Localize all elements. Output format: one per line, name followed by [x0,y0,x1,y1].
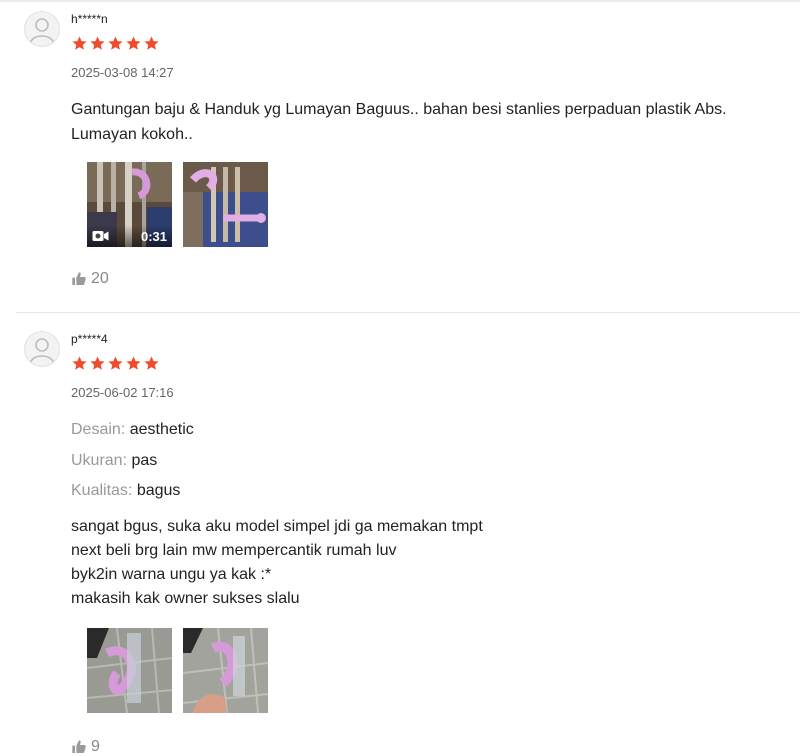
review-divider [16,312,800,313]
video-badge: 0:31 [87,225,172,247]
star-icon [90,356,105,370]
user-avatar-icon[interactable] [24,331,60,367]
like-count: 9 [91,738,100,755]
video-camera-icon [92,231,109,241]
video-duration: 0:31 [140,228,167,244]
username: h*****n [71,12,108,26]
thumbs-up-icon [72,272,86,285]
star-rating [71,35,160,52]
username: p*****4 [71,332,108,346]
review-photo-thumbnail[interactable] [87,628,172,713]
attribute-size: Ukuran: pas [71,452,157,470]
review-photo-thumbnail[interactable] [183,162,268,247]
star-rating [71,355,160,372]
review-date: 2025-03-08 14:27 [71,65,174,80]
attribute-label: Desain: [71,421,126,438]
thumbs-up-icon [72,740,86,753]
star-icon [126,356,141,370]
star-icon [144,36,159,50]
review-text: sangat bgus, suka aku model simpel jdi g… [71,518,483,607]
attribute-label: Kualitas: [71,482,133,499]
attribute-value: pas [131,452,158,469]
star-icon [90,36,105,50]
review-date: 2025-06-02 17:16 [71,385,174,400]
review-photo-thumbnail[interactable] [183,628,268,713]
like-button[interactable]: 20 [71,270,109,288]
attribute-value: aesthetic [129,421,194,438]
star-icon [108,36,123,50]
star-icon [72,36,87,50]
like-button[interactable]: 9 [71,738,100,756]
attribute-label: Ukuran: [71,452,128,469]
star-icon [126,36,141,50]
star-icon [108,356,123,370]
star-icon [72,356,87,370]
review-text: Gantungan baju & Handuk yg Lumayan Baguu… [71,101,727,143]
top-divider [0,0,800,2]
review-video-thumbnail[interactable]: 0:31 [87,162,172,247]
attribute-value: bagus [136,482,181,499]
attribute-design: Desain: aesthetic [71,421,194,439]
star-icon [144,356,159,370]
attribute-quality: Kualitas: bagus [71,482,180,500]
user-avatar-icon[interactable] [24,11,60,47]
like-count: 20 [91,270,109,287]
